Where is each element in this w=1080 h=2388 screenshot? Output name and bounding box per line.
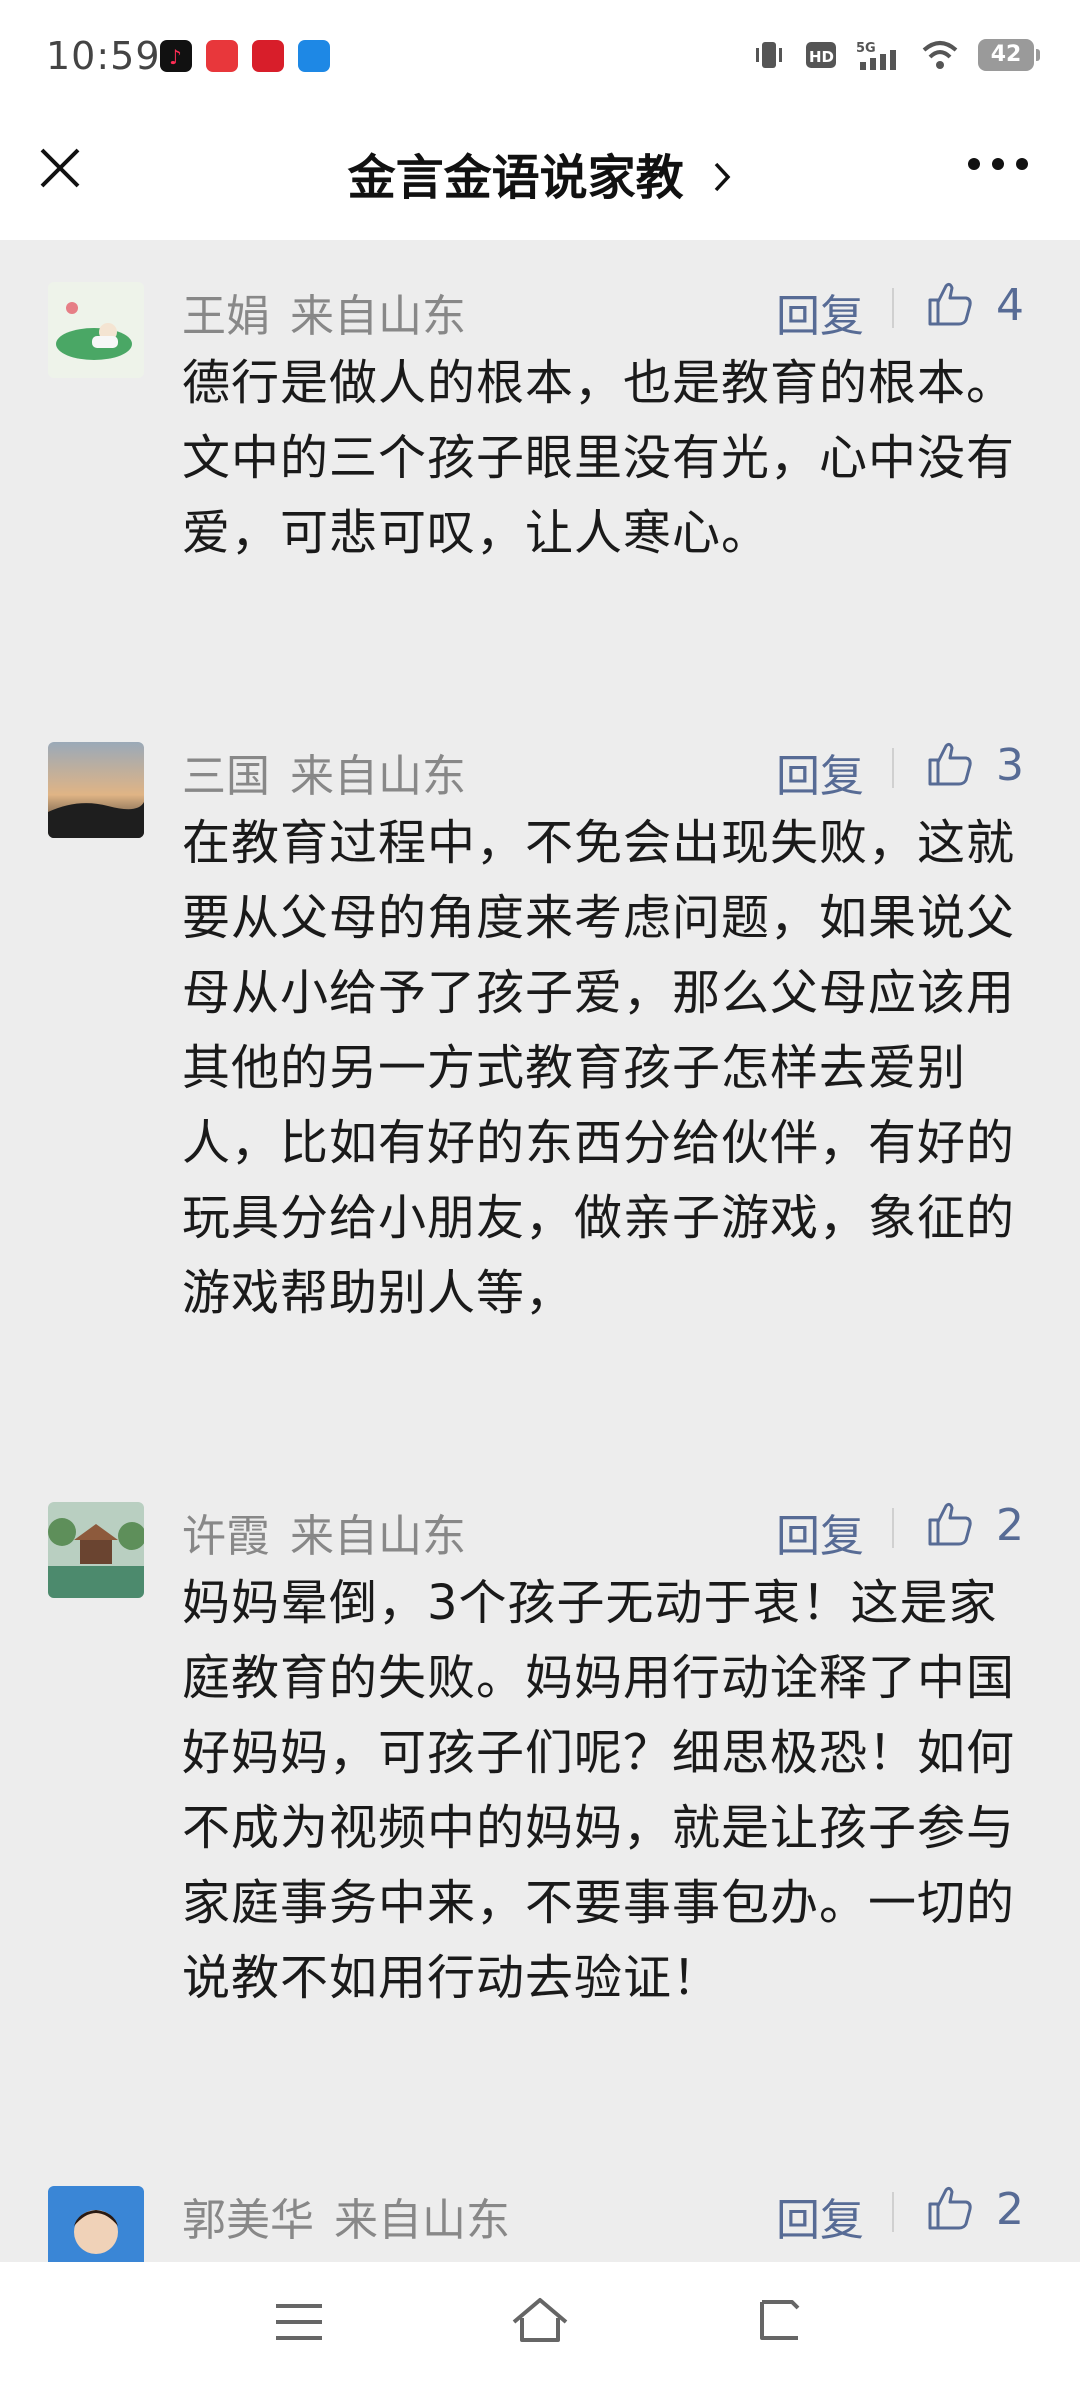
reply-button[interactable]: 回复 — [776, 1500, 864, 1564]
comment-header: 三国 来自山东 — [182, 740, 466, 804]
page-title-text: 金言金语说家教 — [347, 150, 684, 206]
thumbs-up-icon[interactable] — [924, 2182, 976, 2234]
comment-text: 在教育过程中，不免会出现失败，这就要从父母的角度来考虑问题，如果说父母从小给予了… — [182, 815, 1016, 1321]
shilu-icon — [206, 40, 238, 72]
svg-text:HD: HD — [809, 48, 834, 66]
signal-5g-icon: 5G — [856, 41, 896, 70]
like-count: 2 — [996, 2184, 1024, 2235]
divider — [892, 748, 894, 788]
comment-header: 王娟 来自山东 — [182, 280, 466, 344]
comment-header: 郭美华 来自山东 — [182, 2184, 510, 2248]
commenter-location: 来自山东 — [334, 2195, 510, 2246]
commenter-name[interactable]: 许霞 — [182, 1511, 270, 1562]
reply-button[interactable]: 回复 — [776, 740, 864, 804]
douyin-icon: ♪ — [160, 40, 192, 72]
more-icon[interactable] — [968, 158, 1028, 170]
hd-icon: HD — [806, 42, 836, 68]
divider — [892, 1508, 894, 1548]
comment-text: 德行是做人的根本，也是教育的根本。文中的三个孩子眼里没有光，心中没有爱，可悲可叹… — [182, 355, 1016, 561]
commenter-name[interactable]: 郭美华 — [182, 2195, 314, 2246]
wifi-icon — [922, 41, 958, 69]
thumbs-up-icon[interactable] — [924, 738, 976, 790]
avatar[interactable] — [48, 1502, 144, 1598]
battery-indicator: 42 — [978, 39, 1040, 71]
page-title[interactable]: 金言金语说家教 — [0, 138, 1080, 208]
svg-text:♪: ♪ — [169, 45, 182, 69]
status-bar: 10:59 ♪ HD 5G 42 — [0, 0, 1080, 120]
svg-text:5G: 5G — [856, 41, 876, 56]
notification-icons: ♪ — [160, 40, 330, 72]
like-count: 2 — [996, 1500, 1024, 1551]
red-app-icon — [252, 40, 284, 72]
commenter-name[interactable]: 三国 — [182, 751, 270, 802]
back-icon[interactable] — [752, 2296, 806, 2344]
commenter-name[interactable]: 王娟 — [182, 291, 270, 342]
commenter-location: 来自山东 — [290, 1511, 466, 1562]
reply-button[interactable]: 回复 — [776, 2184, 864, 2248]
avatar[interactable] — [48, 742, 144, 838]
system-status: HD 5G 42 — [752, 38, 1040, 72]
comment-text: 妈妈晕倒，3个孩子无动于衷！这是家庭教育的失败。妈妈用行动诠释了中国好妈妈，可孩… — [182, 1575, 1016, 2006]
thumbs-up-icon[interactable] — [924, 278, 976, 330]
divider — [892, 288, 894, 328]
blue-bot-icon — [298, 40, 330, 72]
status-time: 10:59 — [46, 34, 161, 78]
like-count: 4 — [996, 280, 1024, 331]
reply-button[interactable]: 回复 — [776, 280, 864, 344]
chevron-right-icon — [715, 162, 731, 192]
divider — [892, 2192, 894, 2232]
commenter-location: 来自山东 — [290, 291, 466, 342]
vibrate-icon — [756, 42, 782, 68]
thumbs-up-icon[interactable] — [924, 1498, 976, 1550]
commenter-location: 来自山东 — [290, 751, 466, 802]
like-count: 3 — [996, 740, 1024, 791]
avatar[interactable] — [48, 282, 144, 378]
home-icon[interactable] — [510, 2296, 570, 2344]
menu-icon[interactable] — [274, 2300, 324, 2344]
comment-header: 许霞 来自山东 — [182, 1500, 466, 1564]
